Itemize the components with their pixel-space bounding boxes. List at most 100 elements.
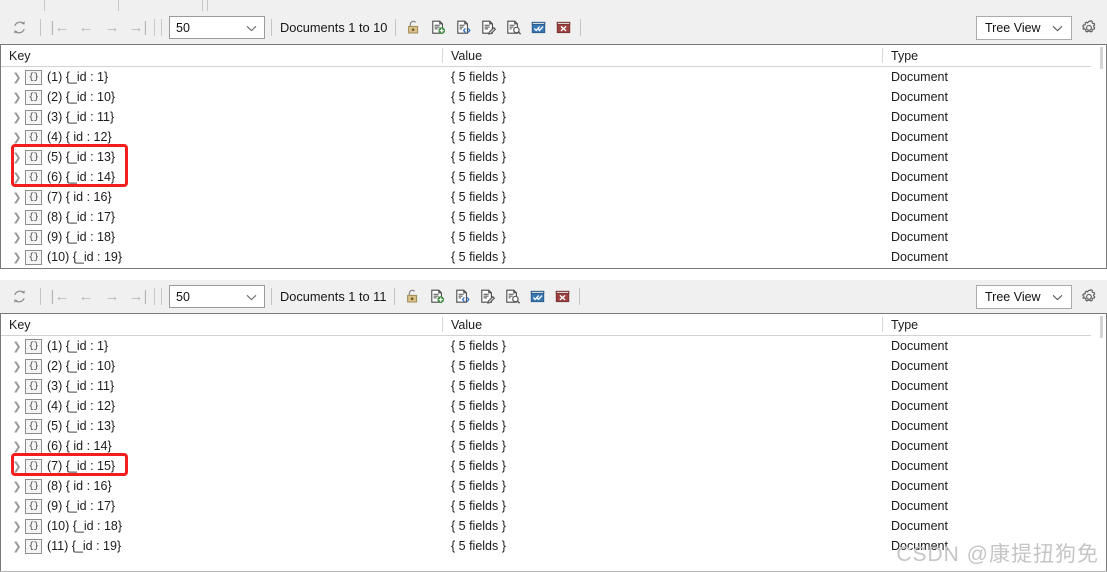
row-value-cell[interactable]: { 5 fields }: [451, 87, 506, 107]
chevron-right-icon[interactable]: ❯: [9, 111, 25, 124]
table-row[interactable]: ❯{} (1) {_id : 1} { 5 fields } Document: [1, 67, 1106, 87]
column-header-value[interactable]: Value: [451, 45, 482, 66]
chevron-right-icon[interactable]: ❯: [9, 440, 25, 453]
chevron-right-icon[interactable]: ❯: [9, 540, 25, 553]
column-divider[interactable]: [442, 317, 443, 332]
cancel-cross-icon[interactable]: [551, 286, 573, 308]
row-type-cell[interactable]: Document: [891, 87, 948, 107]
row-type-cell[interactable]: Document: [891, 67, 948, 87]
row-type-cell[interactable]: Document: [891, 147, 948, 167]
page-size-select[interactable]: 50: [169, 285, 265, 308]
table-row[interactable]: ❯{} (5) {_id : 13} { 5 fields } Document: [1, 416, 1106, 436]
row-type-cell[interactable]: Document: [891, 436, 948, 456]
confirm-check-icon[interactable]: [526, 286, 548, 308]
chevron-right-icon[interactable]: ❯: [9, 71, 25, 84]
chevron-right-icon[interactable]: ❯: [9, 360, 25, 373]
gear-icon[interactable]: [1078, 17, 1100, 39]
row-key-cell[interactable]: ❯{} (3) {_id : 11}: [9, 376, 114, 396]
document-add-icon[interactable]: [426, 286, 448, 308]
row-key-cell[interactable]: ❯{} (10) {_id : 19}: [9, 247, 122, 267]
column-header-key[interactable]: Key: [9, 45, 31, 66]
nav-first[interactable]: |←: [47, 16, 73, 40]
table-row[interactable]: ❯{} (2) {_id : 10} { 5 fields } Document: [1, 356, 1106, 376]
row-key-cell[interactable]: ❯{} (4) {_id : 12}: [9, 396, 115, 416]
row-value-cell[interactable]: { 5 fields }: [451, 227, 506, 247]
nav-prev[interactable]: ←: [73, 16, 99, 40]
row-value-cell[interactable]: { 5 fields }: [451, 187, 506, 207]
column-divider[interactable]: [882, 317, 883, 332]
row-key-cell[interactable]: ❯{} (7) { id : 16}: [9, 187, 112, 207]
row-type-cell[interactable]: Document: [891, 207, 948, 227]
chevron-right-icon[interactable]: ❯: [9, 420, 25, 433]
row-key-cell[interactable]: ❯{} (3) {_id : 11}: [9, 107, 114, 127]
row-value-cell[interactable]: { 5 fields }: [451, 67, 506, 87]
chevron-right-icon[interactable]: ❯: [9, 340, 25, 353]
row-value-cell[interactable]: { 5 fields }: [451, 416, 506, 436]
row-value-cell[interactable]: { 5 fields }: [451, 167, 506, 187]
row-value-cell[interactable]: { 5 fields }: [451, 516, 506, 536]
row-key-cell[interactable]: ❯{} (9) {_id : 17}: [9, 496, 115, 516]
chevron-right-icon[interactable]: ❯: [9, 460, 25, 473]
document-edit-icon[interactable]: [477, 17, 499, 39]
row-value-cell[interactable]: { 5 fields }: [451, 127, 506, 147]
row-key-cell[interactable]: ❯{} (6) {_id : 14}: [9, 167, 115, 187]
row-key-cell[interactable]: ❯{} (5) {_id : 13}: [9, 416, 115, 436]
row-type-cell[interactable]: Document: [891, 396, 948, 416]
tab-stub-2[interactable]: [118, 0, 204, 11]
row-key-cell[interactable]: ❯{} (1) {_id : 1}: [9, 67, 108, 87]
row-value-cell[interactable]: { 5 fields }: [451, 336, 506, 356]
row-type-cell[interactable]: Document: [891, 456, 948, 476]
row-value-cell[interactable]: { 5 fields }: [451, 207, 506, 227]
row-type-cell[interactable]: Document: [891, 516, 948, 536]
column-header-type[interactable]: Type: [891, 314, 918, 335]
table-row[interactable]: ❯{} (9) {_id : 17} { 5 fields } Document: [1, 496, 1106, 516]
nav-last[interactable]: →|: [125, 16, 151, 40]
row-type-cell[interactable]: Document: [891, 167, 948, 187]
document-edit-icon[interactable]: [476, 286, 498, 308]
row-type-cell[interactable]: Document: [891, 127, 948, 147]
row-key-cell[interactable]: ❯{} (5) {_id : 13}: [9, 147, 115, 167]
table-row[interactable]: ❯{} (3) {_id : 11} { 5 fields } Document: [1, 376, 1106, 396]
table-row[interactable]: ❯{} (7) { id : 16} { 5 fields } Document: [1, 187, 1106, 207]
chevron-right-icon[interactable]: ❯: [9, 400, 25, 413]
refresh-icon[interactable]: [7, 285, 31, 309]
nav-first[interactable]: |←: [47, 285, 73, 309]
column-header-type[interactable]: Type: [891, 45, 918, 66]
table-row[interactable]: ❯{} (4) { id : 12} { 5 fields } Document: [1, 127, 1106, 147]
column-header-value[interactable]: Value: [451, 314, 482, 335]
row-type-cell[interactable]: Document: [891, 227, 948, 247]
table-row[interactable]: ❯{} (10) {_id : 18} { 5 fields } Document: [1, 516, 1106, 536]
row-value-cell[interactable]: { 5 fields }: [451, 496, 506, 516]
row-value-cell[interactable]: { 5 fields }: [451, 376, 506, 396]
row-value-cell[interactable]: { 5 fields }: [451, 356, 506, 376]
row-type-cell[interactable]: Document: [891, 476, 948, 496]
lock-icon[interactable]: [402, 17, 424, 39]
table-row[interactable]: ❯{} (1) {_id : 1} { 5 fields } Document: [1, 336, 1106, 356]
row-key-cell[interactable]: ❯{} (10) {_id : 18}: [9, 516, 122, 536]
nav-last[interactable]: →|: [125, 285, 151, 309]
scrollbar-thumb[interactable]: [1100, 316, 1103, 338]
row-value-cell[interactable]: { 5 fields }: [451, 107, 506, 127]
chevron-right-icon[interactable]: ❯: [9, 500, 25, 513]
row-value-cell[interactable]: { 5 fields }: [451, 247, 506, 267]
row-key-cell[interactable]: ❯{} (4) { id : 12}: [9, 127, 112, 147]
table-row[interactable]: ❯{} (9) {_id : 18} { 5 fields } Document: [1, 227, 1106, 247]
row-key-cell[interactable]: ❯{} (8) {_id : 17}: [9, 207, 115, 227]
table-row[interactable]: ❯{} (3) {_id : 11} { 5 fields } Document: [1, 107, 1106, 127]
row-type-cell[interactable]: Document: [891, 107, 948, 127]
view-mode-select[interactable]: Tree View: [976, 15, 1072, 40]
table-row[interactable]: ❯{} (7) {_id : 15} { 5 fields } Document: [1, 456, 1106, 476]
chevron-right-icon[interactable]: ❯: [9, 231, 25, 244]
table-row[interactable]: ❯{} (6) { id : 14} { 5 fields } Document: [1, 436, 1106, 456]
row-key-cell[interactable]: ❯{} (11) {_id : 19}: [9, 536, 121, 556]
row-value-cell[interactable]: { 5 fields }: [451, 476, 506, 496]
row-type-cell[interactable]: Document: [891, 416, 948, 436]
view-mode-select[interactable]: Tree View: [976, 284, 1072, 309]
document-code-icon[interactable]: [451, 286, 473, 308]
column-divider[interactable]: [882, 48, 883, 63]
chevron-right-icon[interactable]: ❯: [9, 171, 25, 184]
nav-next[interactable]: →: [99, 285, 125, 309]
nav-next[interactable]: →: [99, 16, 125, 40]
chevron-right-icon[interactable]: ❯: [9, 191, 25, 204]
table-row[interactable]: ❯{} (10) {_id : 19} { 5 fields } Document: [1, 247, 1106, 267]
